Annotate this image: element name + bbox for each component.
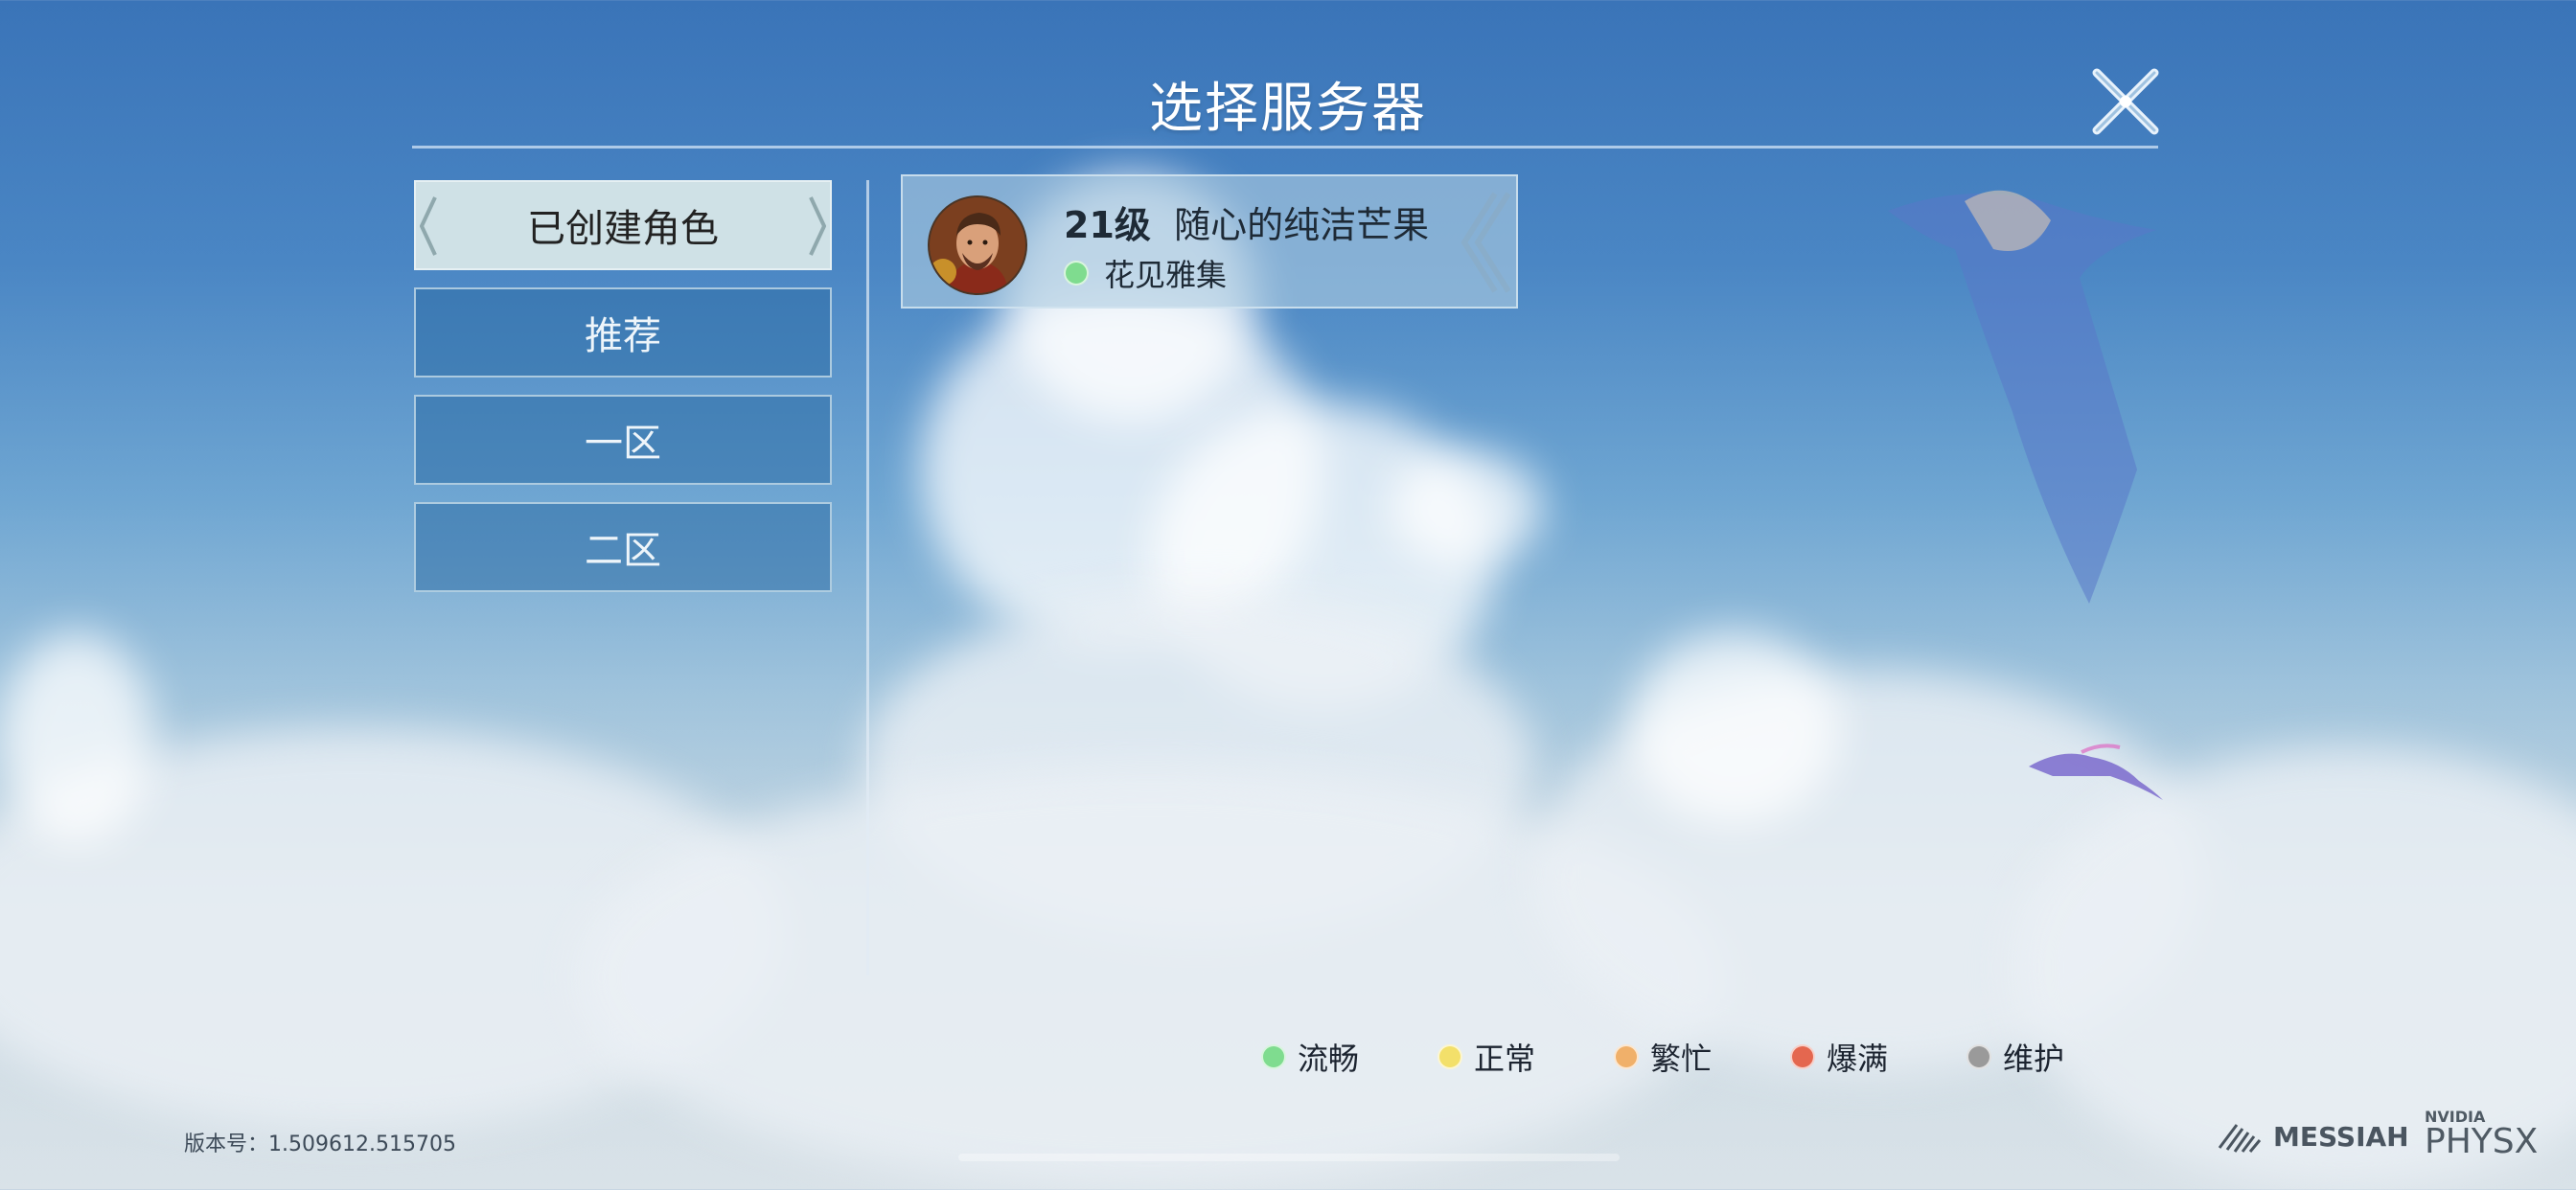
legend-item-busy: 繁忙 xyxy=(1614,1035,1712,1079)
tab-label: 推荐 xyxy=(585,314,661,358)
close-icon xyxy=(2092,68,2159,135)
tab-label: 二区 xyxy=(585,529,661,573)
chevron-left-icon xyxy=(420,196,437,256)
legend-item-full: 爆满 xyxy=(1790,1035,1888,1079)
legend-item-smooth: 流畅 xyxy=(1261,1035,1359,1079)
tab-zone-2[interactable]: 二区 xyxy=(414,502,832,592)
character-level: 21级 xyxy=(1064,204,1151,246)
character-avatar xyxy=(928,195,1027,295)
header-divider xyxy=(412,146,2158,149)
physx-logo-text: PHYSX xyxy=(2425,1122,2539,1161)
server-status-dot xyxy=(1064,261,1089,286)
page-title: 选择服务器 xyxy=(1149,78,1427,140)
tab-recommended[interactable]: 推荐 xyxy=(414,287,832,378)
card-chevron-decoration xyxy=(1460,192,1510,293)
legend-label: 正常 xyxy=(1474,1041,1536,1077)
status-dot xyxy=(1790,1044,1815,1069)
legend-label: 维护 xyxy=(2003,1041,2065,1077)
legend-label: 繁忙 xyxy=(1650,1041,1713,1077)
close-button[interactable] xyxy=(2089,65,2162,138)
physx-logo: NVIDIA PHYSX xyxy=(2425,1110,2538,1159)
character-info: 21级 随心的纯洁芒果 xyxy=(1064,195,1429,248)
small-creature-illustration xyxy=(2029,744,2163,800)
server-name: 花见雅集 xyxy=(1104,257,1228,293)
messiah-logo-icon xyxy=(2218,1124,2262,1153)
version-label: 版本号：1.509612.515705 xyxy=(184,1133,456,1156)
legend-item-maintenance: 维护 xyxy=(1966,1035,2064,1079)
messiah-logo: MESSIAH xyxy=(2216,1119,2409,1154)
character-name: 随心的纯洁芒果 xyxy=(1174,204,1430,246)
status-dot xyxy=(1261,1044,1286,1069)
messiah-logo-text: MESSIAH xyxy=(2273,1120,2409,1153)
tab-created-characters[interactable]: 已创建角色 xyxy=(414,180,832,270)
chevron-right-icon xyxy=(809,196,826,256)
tab-label: 已创建角色 xyxy=(527,207,719,251)
legend-item-normal: 正常 xyxy=(1438,1035,1535,1079)
home-indicator xyxy=(958,1154,1620,1161)
status-dot xyxy=(1966,1044,1991,1069)
tab-zone-1[interactable]: 一区 xyxy=(414,395,832,485)
panel-divider xyxy=(866,180,869,975)
legend-label: 爆满 xyxy=(1827,1041,1889,1077)
tab-label: 一区 xyxy=(585,422,661,466)
legend-label: 流畅 xyxy=(1298,1041,1360,1077)
status-dot xyxy=(1614,1044,1639,1069)
character-server-card[interactable]: 21级 随心的纯洁芒果 花见雅集 xyxy=(901,174,1518,309)
dragon-illustration xyxy=(1888,190,2156,604)
server-info: 花见雅集 xyxy=(1064,251,1227,295)
status-dot xyxy=(1438,1044,1462,1069)
